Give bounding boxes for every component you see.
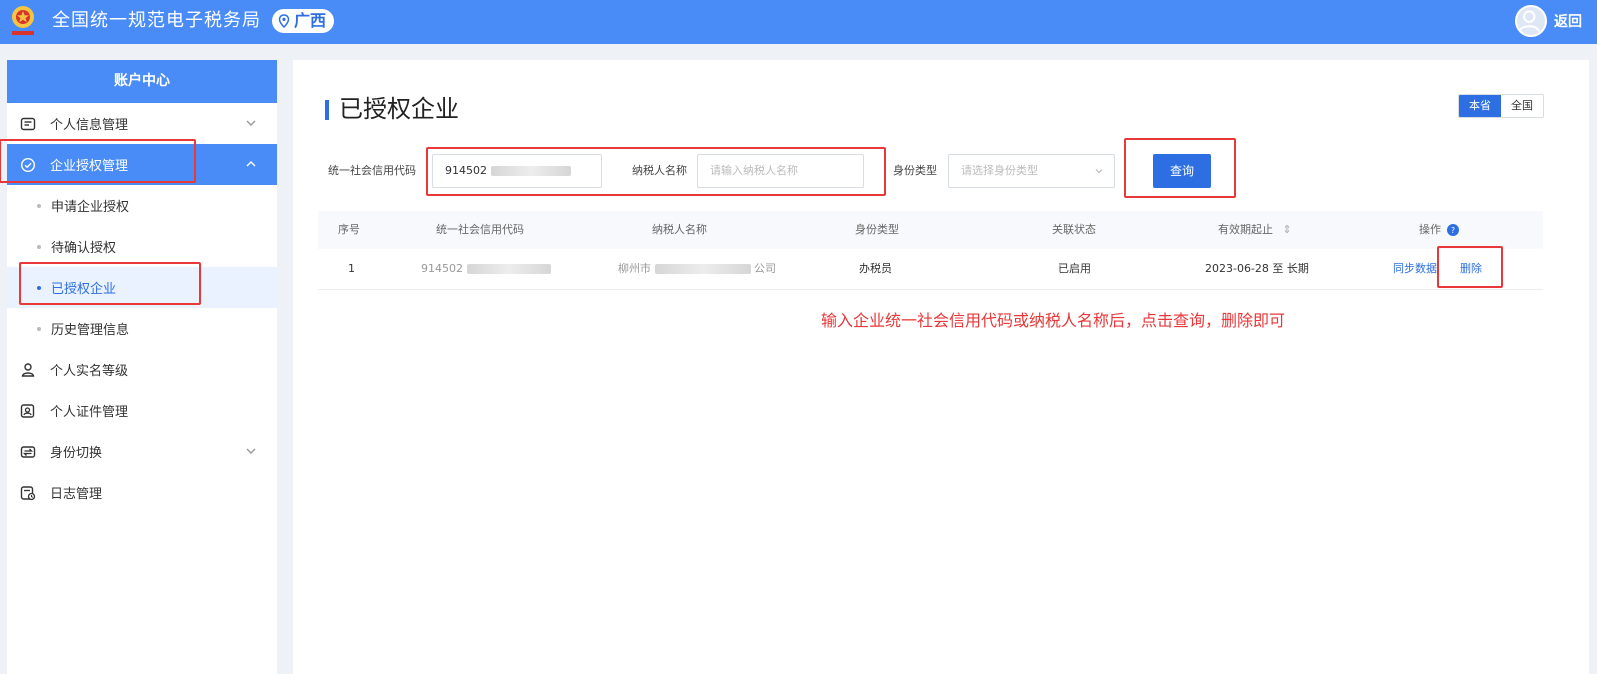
sidebar-item-log[interactable]: 日志管理 [7, 472, 277, 513]
sidebar-item-label: 企业授权管理 [50, 159, 129, 174]
cell-credit-code: 914502 [421, 261, 551, 277]
sync-data-link[interactable]: 同步数据 [1393, 261, 1437, 277]
redacted-text [490, 166, 571, 176]
sidebar-item-identity-switch[interactable]: 身份切换 [7, 431, 277, 472]
location-pin-icon [278, 14, 290, 28]
scope-toggle: 本省 全国 [1458, 94, 1544, 118]
credit-code-label: 统一社会信用代码 [328, 164, 416, 177]
chevron-down-icon [1095, 169, 1103, 174]
sidebar-item-label: 身份切换 [50, 446, 103, 461]
bullet-dot [37, 326, 41, 331]
cell-status: 已启用 [1058, 262, 1091, 275]
sidebar-item-realname-level[interactable]: 个人实名等级 [7, 349, 277, 390]
column-header-validity[interactable]: 有效期起止 ⇕ [1218, 222, 1292, 238]
sidebar: 账户中心 个人信息管理 企业授权管理 申请企业授权 待确认授权 已授权企业 历史… [7, 60, 277, 674]
user-avatar-icon[interactable] [1515, 5, 1547, 37]
query-button[interactable]: 查询 [1153, 154, 1211, 188]
instruction-note: 输入企业统一社会信用代码或纳税人名称后，点击查询，删除即可 [821, 311, 1286, 330]
column-header-actions: 操作 ? [1419, 222, 1459, 238]
chevron-down-icon [246, 448, 256, 454]
cell-taxpayer-name-suffix: 公司 [754, 262, 776, 275]
identity-type-select[interactable]: 请选择身份类型 [948, 154, 1115, 188]
sidebar-title: 账户中心 [7, 60, 277, 103]
sidebar-subitem-apply-auth[interactable]: 申请企业授权 [7, 185, 277, 226]
app-title: 全国统一规范电子税务局 [52, 10, 261, 31]
credit-code-value: 914502 [445, 164, 487, 177]
avatar-figure [1518, 10, 1540, 32]
svg-text:?: ? [1450, 226, 1454, 235]
sidebar-item-label: 日志管理 [50, 487, 103, 502]
user-level-icon [21, 362, 35, 377]
table-header: 序号 统一社会信用代码 纳税人名称 身份类型 关联状态 有效期起止 ⇕ 操作 ? [318, 211, 1543, 249]
column-header-validity-label: 有效期起止 [1218, 223, 1273, 236]
id-card-icon [20, 117, 36, 130]
bullet-dot [37, 203, 41, 208]
column-header-index: 序号 [338, 223, 360, 236]
back-link[interactable]: 返回 [1554, 12, 1582, 32]
identity-type-label: 身份类型 [893, 164, 937, 177]
identity-type-placeholder: 请选择身份类型 [961, 164, 1038, 177]
sidebar-subitem-label: 申请企业授权 [51, 200, 130, 215]
sidebar-subitem-label: 待确认授权 [51, 241, 117, 256]
bullet-dot [37, 285, 41, 290]
tax-emblem-icon [12, 6, 34, 35]
scope-option-province[interactable]: 本省 [1459, 95, 1501, 117]
log-icon [20, 485, 36, 500]
chevron-up-icon [246, 161, 256, 167]
region-label: 广西 [294, 11, 327, 30]
sidebar-item-personal-info[interactable]: 个人信息管理 [7, 103, 277, 144]
page-title: 已授权企业 [325, 92, 459, 126]
column-header-status: 关联状态 [1052, 223, 1096, 236]
sidebar-subitem-authorized-enterprises[interactable]: 已授权企业 [7, 267, 277, 308]
credit-code-input[interactable]: 914502 [432, 154, 602, 188]
delete-link[interactable]: 删除 [1460, 261, 1482, 277]
chevron-down-icon [246, 120, 256, 126]
region-selector[interactable]: 广西 [272, 9, 335, 33]
sort-icon[interactable]: ⇕ [1283, 223, 1292, 236]
sidebar-item-certificate[interactable]: 个人证件管理 [7, 390, 277, 431]
taxpayer-name-label: 纳税人名称 [632, 164, 687, 177]
shield-check-icon [20, 157, 36, 172]
redacted-text [654, 264, 751, 274]
cell-taxpayer-name-prefix: 柳州市 [618, 262, 651, 275]
certificate-icon [20, 403, 35, 418]
top-header: 全国统一规范电子税务局 广西 返回 [0, 0, 1597, 44]
sidebar-subitem-pending-auth[interactable]: 待确认授权 [7, 226, 277, 267]
help-icon[interactable]: ? [1446, 224, 1459, 236]
column-header-credit-code: 统一社会信用代码 [436, 223, 524, 236]
cell-validity: 2023-06-28 至 长期 [1205, 262, 1309, 275]
column-header-actions-label: 操作 [1419, 223, 1441, 236]
bullet-dot [37, 244, 41, 249]
sidebar-subitem-label: 已授权企业 [51, 282, 117, 297]
main-panel: 已授权企业 本省 全国 统一社会信用代码 914502 纳税人名称 请输入纳税人… [293, 60, 1589, 674]
cell-identity-type: 办税员 [859, 262, 892, 275]
sidebar-subitem-label: 历史管理信息 [51, 323, 130, 338]
taxpayer-name-placeholder: 请输入纳税人名称 [710, 164, 798, 177]
sidebar-item-label: 个人证件管理 [50, 405, 129, 420]
cell-credit-code-value: 914502 [421, 262, 463, 275]
column-header-identity-type: 身份类型 [855, 223, 899, 236]
sidebar-item-enterprise-auth[interactable]: 企业授权管理 [7, 144, 277, 185]
taxpayer-name-input[interactable]: 请输入纳税人名称 [697, 154, 864, 188]
sidebar-subitem-history[interactable]: 历史管理信息 [7, 308, 277, 349]
sidebar-item-label: 个人实名等级 [50, 364, 129, 379]
column-header-taxpayer-name: 纳税人名称 [652, 223, 707, 236]
cell-taxpayer-name: 柳州市 公司 [618, 261, 776, 277]
table-row: 1 914502 柳州市 公司 办税员 已启用 2023-06-28 至 长期 … [318, 249, 1543, 290]
switch-identity-icon [20, 445, 36, 458]
cell-index: 1 [348, 262, 355, 275]
sidebar-item-label: 个人信息管理 [50, 118, 129, 133]
scope-option-national[interactable]: 全国 [1501, 95, 1543, 117]
redacted-text [466, 264, 551, 274]
